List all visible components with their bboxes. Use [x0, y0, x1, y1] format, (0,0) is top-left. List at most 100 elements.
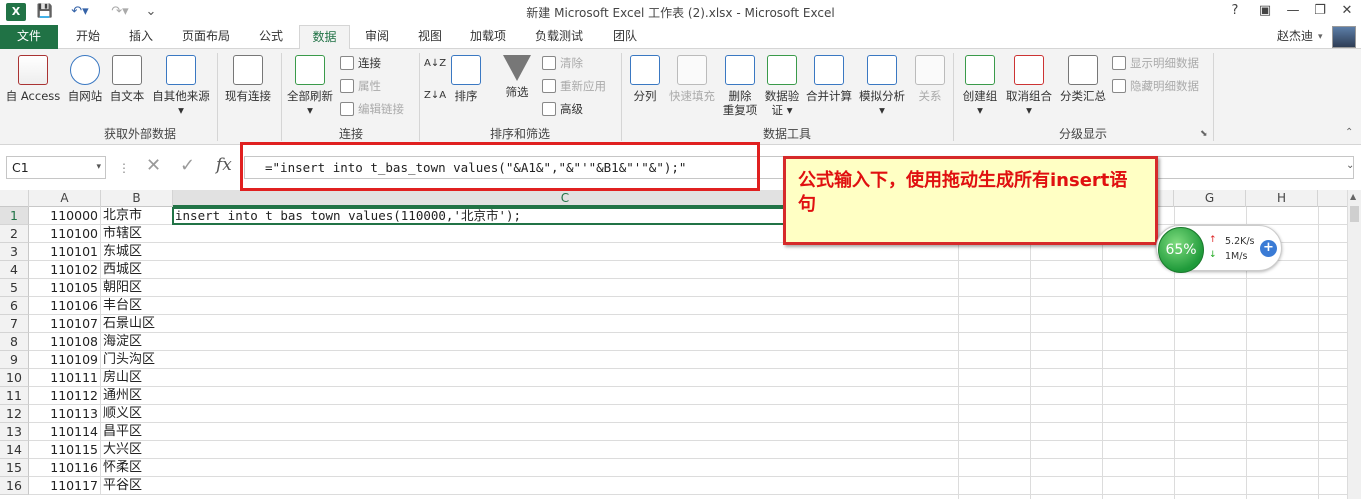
ribbon-display-icon[interactable]: ▣ [1252, 0, 1278, 24]
cell-district[interactable]: 北京市 [101, 207, 173, 225]
tab-view[interactable]: 视图 [405, 25, 455, 49]
refresh-all-button[interactable]: 全部刷新 ▾ [284, 55, 336, 117]
row-header[interactable]: 16 [0, 477, 29, 495]
row-header[interactable]: 3 [0, 243, 29, 261]
cell-district[interactable]: 昌平区 [101, 423, 173, 441]
remove-duplicates-button[interactable]: 删除 重复项 [720, 55, 760, 117]
from-web-button[interactable]: 自网站 [64, 55, 106, 103]
cell-code[interactable]: 110106 [29, 297, 101, 315]
enter-icon[interactable]: ✓ [180, 155, 195, 176]
tab-home[interactable]: 开始 [62, 25, 114, 49]
col-header-h[interactable]: H [1246, 190, 1318, 207]
cell-code[interactable]: 110111 [29, 369, 101, 387]
hide-detail-button[interactable]: 隐藏明细数据 [1112, 76, 1199, 96]
cell-code[interactable]: 110105 [29, 279, 101, 297]
connections-button[interactable]: 连接 [340, 53, 381, 73]
advanced-filter-button[interactable]: 高级 [542, 99, 583, 119]
user-name[interactable]: 赵杰迪 [1243, 25, 1313, 49]
cell-district[interactable]: 东城区 [101, 243, 173, 261]
col-header-g[interactable]: G [1174, 190, 1246, 207]
row-header[interactable]: 13 [0, 423, 29, 441]
tab-load-test[interactable]: 负载测试 [523, 25, 595, 49]
group-button[interactable]: 创建组 ▾ [958, 55, 1002, 117]
edit-links-button[interactable]: 编辑链接 [340, 99, 404, 119]
consolidate-button[interactable]: 合并计算 [804, 55, 854, 103]
relationships-button[interactable]: 关系 [912, 55, 948, 103]
tab-page-layout[interactable]: 页面布局 [170, 25, 242, 49]
tab-addins[interactable]: 加载项 [458, 25, 518, 49]
select-all-corner[interactable] [0, 190, 29, 207]
from-text-button[interactable]: 自文本 [107, 55, 147, 103]
cell-district[interactable]: 房山区 [101, 369, 173, 387]
row-header[interactable]: 5 [0, 279, 29, 297]
cell-code[interactable]: 110114 [29, 423, 101, 441]
row-header[interactable]: 6 [0, 297, 29, 315]
cell-district[interactable]: 市辖区 [101, 225, 173, 243]
cell-district[interactable]: 顺义区 [101, 405, 173, 423]
tab-formulas[interactable]: 公式 [246, 25, 296, 49]
row-header[interactable]: 7 [0, 315, 29, 333]
sort-descending-button[interactable]: Z↓A [424, 89, 446, 103]
row-header[interactable]: 1 [0, 207, 29, 225]
cell-code[interactable]: 110116 [29, 459, 101, 477]
col-header-a[interactable]: A [29, 190, 101, 207]
name-box[interactable]: C1 ▾ [6, 156, 106, 179]
subtotal-button[interactable]: 分类汇总 [1057, 55, 1109, 103]
cell-district[interactable]: 石景山区 [101, 315, 173, 333]
close-button[interactable]: ✕ [1334, 0, 1360, 24]
cell-district[interactable]: 平谷区 [101, 477, 173, 495]
collapse-ribbon-icon[interactable]: ⌃ [1345, 127, 1353, 138]
row-header[interactable]: 4 [0, 261, 29, 279]
insert-function-icon[interactable]: fx [216, 155, 232, 175]
show-detail-button[interactable]: 显示明细数据 [1112, 53, 1199, 73]
cell-district[interactable]: 大兴区 [101, 441, 173, 459]
row-header[interactable]: 14 [0, 441, 29, 459]
expand-formula-icon[interactable]: ⌄ [1346, 160, 1354, 171]
cell-district[interactable]: 海淀区 [101, 333, 173, 351]
tab-file[interactable]: 文件 [0, 25, 58, 49]
minimize-button[interactable]: — [1280, 0, 1306, 24]
cell-code[interactable]: 110107 [29, 315, 101, 333]
row-header[interactable]: 11 [0, 387, 29, 405]
tab-review[interactable]: 审阅 [352, 25, 402, 49]
row-header[interactable]: 8 [0, 333, 29, 351]
col-header-b[interactable]: B [101, 190, 173, 207]
existing-connections-button[interactable]: 现有连接 [220, 55, 276, 103]
properties-button[interactable]: 属性 [340, 76, 381, 96]
flash-fill-button[interactable]: 快速填充 [666, 55, 718, 103]
sort-ascending-button[interactable]: A↓Z [424, 57, 446, 71]
tab-insert[interactable]: 插入 [116, 25, 166, 49]
cell-district[interactable]: 怀柔区 [101, 459, 173, 477]
cell-code[interactable]: 110115 [29, 441, 101, 459]
help-button[interactable]: ? [1222, 0, 1248, 24]
ungroup-button[interactable]: 取消组合 ▾ [1003, 55, 1055, 117]
data-validation-button[interactable]: 数据验证 ▾ [762, 55, 802, 117]
add-icon[interactable]: + [1260, 240, 1277, 257]
scroll-up-icon[interactable]: ▲ [1350, 192, 1356, 201]
scroll-thumb[interactable] [1350, 206, 1359, 222]
cell-code[interactable]: 110100 [29, 225, 101, 243]
from-access-button[interactable]: 自 Access [4, 55, 62, 103]
network-speed-widget[interactable]: 65% ↑ 5.2K/s ↓ 1M/s + [1156, 225, 1282, 273]
what-if-button[interactable]: 模拟分析 ▾ [856, 55, 908, 117]
cell-code[interactable]: 110000 [29, 207, 101, 225]
tab-team[interactable]: 团队 [600, 25, 650, 49]
cell-district[interactable]: 丰台区 [101, 297, 173, 315]
cell-code[interactable]: 110109 [29, 351, 101, 369]
cell-code[interactable]: 110112 [29, 387, 101, 405]
cell-code[interactable]: 110113 [29, 405, 101, 423]
filter-button[interactable]: 筛选 [497, 55, 537, 99]
cell-district[interactable]: 朝阳区 [101, 279, 173, 297]
from-other-sources-button[interactable]: 自其他来源 ▾ [148, 55, 214, 117]
avatar[interactable] [1332, 26, 1356, 48]
row-header[interactable]: 15 [0, 459, 29, 477]
dropdown-arrow-icon[interactable]: ▾ [96, 157, 101, 178]
reapply-button[interactable]: 重新应用 [542, 76, 606, 96]
tab-data[interactable]: 数据 [299, 25, 350, 50]
clear-filter-button[interactable]: 清除 [542, 53, 583, 73]
text-to-columns-button[interactable]: 分列 [627, 55, 663, 103]
cell-code[interactable]: 110101 [29, 243, 101, 261]
cancel-icon[interactable]: ✕ [146, 155, 161, 176]
row-header[interactable]: 12 [0, 405, 29, 423]
cell-district[interactable]: 通州区 [101, 387, 173, 405]
